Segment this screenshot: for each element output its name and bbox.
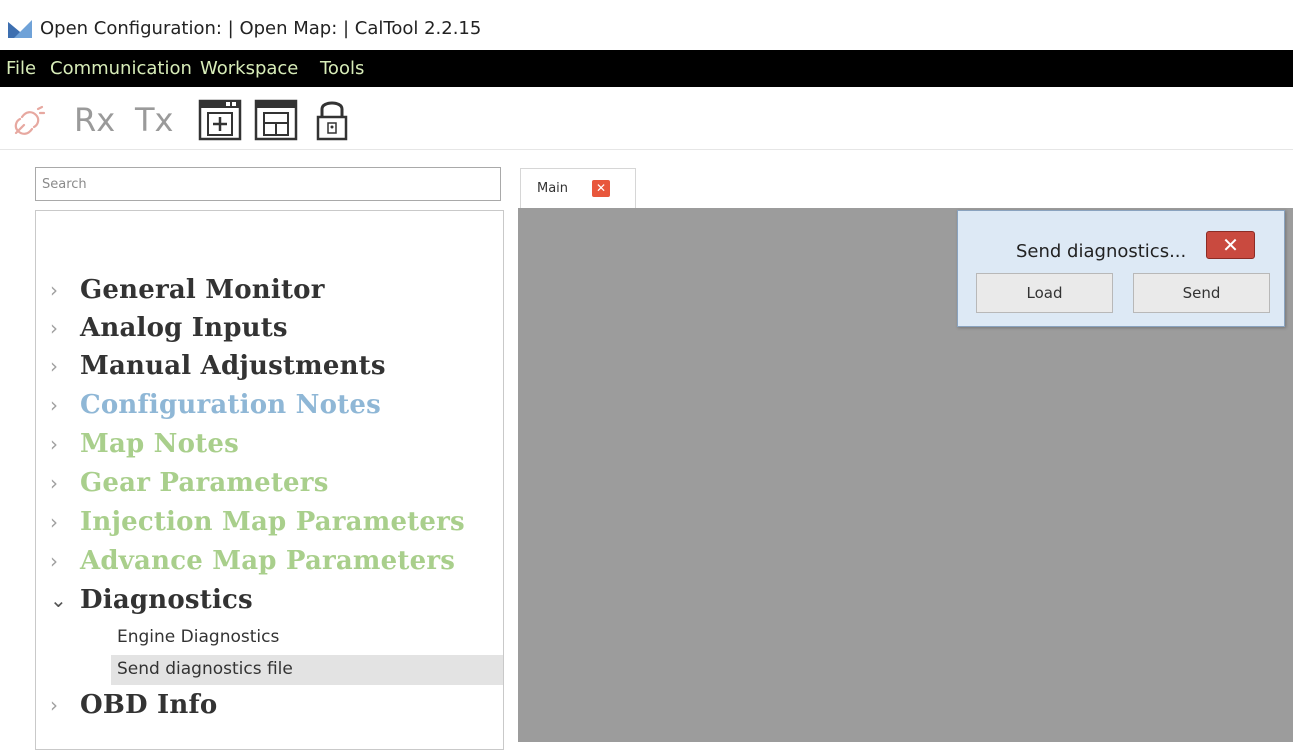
tx-button[interactable]: Tx xyxy=(135,101,173,139)
menu-tools[interactable]: Tools xyxy=(320,58,364,79)
tree-item-map-notes[interactable]: › Map Notes xyxy=(36,427,503,465)
chevron-right-icon: › xyxy=(50,432,58,456)
layout-icon[interactable] xyxy=(254,99,298,141)
tree-item-advance-map-parameters[interactable]: › Advance Map Parameters xyxy=(36,544,503,582)
tree-item-analog-inputs[interactable]: › Analog Inputs xyxy=(36,311,503,349)
menu-communication[interactable]: Communication xyxy=(50,58,192,79)
chevron-right-icon: › xyxy=(50,354,58,378)
chevron-right-icon: › xyxy=(50,278,58,302)
tree-item-obd-info[interactable]: › OBD Info xyxy=(36,688,503,726)
menu-workspace[interactable]: Workspace xyxy=(200,58,298,79)
send-button[interactable]: Send xyxy=(1133,273,1270,313)
tree-item-general-monitor[interactable]: › General Monitor xyxy=(36,273,503,311)
chevron-right-icon: › xyxy=(50,693,58,717)
tree-item-label: Advance Map Parameters xyxy=(80,546,456,576)
tree-item-label: Analog Inputs xyxy=(80,313,288,343)
tree-item-gear-parameters[interactable]: › Gear Parameters xyxy=(36,466,503,504)
dialog-close-button[interactable]: ✕ xyxy=(1206,231,1255,259)
search-input[interactable] xyxy=(35,167,501,201)
toolbar: Rx Tx xyxy=(0,87,1293,150)
title-bar: Open Configuration: | Open Map: | CalToo… xyxy=(0,0,1293,50)
menu-bar: File Communication Workspace Tools xyxy=(0,50,1293,87)
menu-file[interactable]: File xyxy=(6,58,36,79)
dialog-title: Send diagnostics... xyxy=(1016,241,1187,262)
chevron-right-icon: › xyxy=(50,549,58,573)
tree-item-configuration-notes[interactable]: › Configuration Notes xyxy=(36,388,503,426)
tree-child-send-diagnostics-file[interactable]: Send diagnostics file xyxy=(111,655,503,685)
send-diagnostics-dialog: Send diagnostics... ✕ Load Send xyxy=(957,210,1285,327)
chevron-right-icon: › xyxy=(50,510,58,534)
window-title: Open Configuration: | Open Map: | CalToo… xyxy=(40,18,482,39)
add-window-icon[interactable] xyxy=(198,99,242,141)
lock-icon[interactable] xyxy=(312,97,352,141)
chevron-right-icon: › xyxy=(50,471,58,495)
tab-main[interactable]: Main ✕ xyxy=(520,168,636,208)
tree-item-manual-adjustments[interactable]: › Manual Adjustments xyxy=(36,349,503,387)
tree-item-label: OBD Info xyxy=(80,690,218,720)
tree-item-diagnostics[interactable]: ⌄ Diagnostics xyxy=(36,583,503,621)
tree-child-label: Engine Diagnostics xyxy=(117,627,280,647)
navigation-tree: › General Monitor › Analog Inputs › Manu… xyxy=(35,210,504,750)
tree-item-injection-map-parameters[interactable]: › Injection Map Parameters xyxy=(36,505,503,543)
tree-item-label: Diagnostics xyxy=(80,585,253,615)
tree-item-label: Injection Map Parameters xyxy=(80,507,465,537)
tree-item-label: Configuration Notes xyxy=(80,390,381,420)
app-logo-icon xyxy=(8,20,32,38)
tab-label: Main xyxy=(537,181,569,196)
load-button[interactable]: Load xyxy=(976,273,1113,313)
tree-item-label: Map Notes xyxy=(80,429,239,459)
tree-child-label: Send diagnostics file xyxy=(117,659,293,679)
tree-item-label: General Monitor xyxy=(80,275,325,305)
tree-child-engine-diagnostics[interactable]: Engine Diagnostics xyxy=(111,623,503,653)
close-icon[interactable]: ✕ xyxy=(592,180,610,197)
tree-item-label: Gear Parameters xyxy=(80,468,329,498)
chevron-down-icon: ⌄ xyxy=(50,588,67,612)
chevron-right-icon: › xyxy=(50,316,58,340)
connect-link-icon[interactable] xyxy=(8,103,48,143)
rx-button[interactable]: Rx xyxy=(74,101,115,139)
chevron-right-icon: › xyxy=(50,393,58,417)
tree-item-label: Manual Adjustments xyxy=(80,351,386,381)
